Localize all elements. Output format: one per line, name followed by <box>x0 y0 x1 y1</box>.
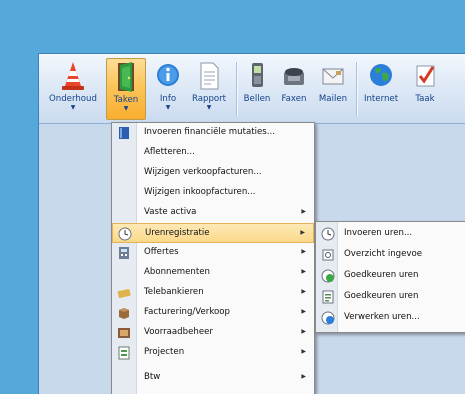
menu-item-vaste-activa[interactable]: Vaste activa ▶ <box>112 203 314 223</box>
menu-item-abonnementen[interactable]: Abonnementen ▶ <box>112 263 314 283</box>
menu-item-label: Invoeren financiële mutaties... <box>144 127 275 137</box>
menu-item-urenregistratie[interactable]: Urenregistratie ▶ <box>112 223 314 243</box>
toolbar-button-label: Internet <box>363 94 399 104</box>
toolbar-button-info[interactable]: Info ▼ <box>151 58 185 120</box>
submenu-arrow-icon: ▶ <box>301 268 306 275</box>
menu-item-invoeren-mutaties[interactable]: Invoeren financiële mutaties... <box>112 123 314 143</box>
menu-item-label: Btw <box>144 372 161 382</box>
menu-item-label: Telebankieren <box>144 287 204 297</box>
dropdown-arrow-icon: ▼ <box>123 105 129 112</box>
submenu-item-goedkeuren-uren[interactable]: Goedkeuren uren <box>316 266 465 286</box>
menu-item-label: Wijzigen inkoopfacturen... <box>144 187 256 197</box>
dropdown-arrow-icon: ▼ <box>206 104 212 111</box>
menu-item-label: Abonnementen <box>144 267 210 277</box>
task-check-icon <box>412 60 438 92</box>
menu-item-offertes[interactable]: Offertes ▶ <box>112 243 314 263</box>
toolbar-button-label: Taak <box>415 94 435 104</box>
toolbar-button-bellen[interactable]: Bellen <box>240 58 274 120</box>
menu-item-label: Wijzigen verkoopfacturen... <box>144 167 262 177</box>
toolbar-separator <box>236 62 237 116</box>
mail-icon <box>320 60 346 92</box>
menu-item-wijzigen-verkoopfacturen[interactable]: Wijzigen verkoopfacturen... <box>112 163 314 183</box>
menu-item-afletteren[interactable]: Afletteren... <box>112 143 314 163</box>
toolbar: Onderhoud ▼ Taken ▼ Info ▼ Rapport ▼ Bel… <box>39 54 465 124</box>
menu-item-label: Offertes <box>144 247 179 257</box>
fax-icon <box>281 60 307 92</box>
approve-icon <box>321 269 335 283</box>
dropdown-arrow-icon: ▼ <box>70 104 76 111</box>
urenregistratie-submenu: Invoeren uren... Overzicht ingevoe Goedk… <box>315 221 465 333</box>
toolbar-button-label: Taken <box>113 95 139 105</box>
door-icon <box>113 61 139 93</box>
toolbar-button-faxen[interactable]: Faxen <box>276 58 312 120</box>
report-icon <box>196 60 222 92</box>
toolbar-button-label: Rapport <box>191 94 227 104</box>
menu-item-label: Facturering/Verkoop <box>144 307 230 317</box>
menu-item-label: Invoeren uren... <box>344 228 413 238</box>
box-icon <box>117 306 131 320</box>
toolbar-button-rapport[interactable]: Rapport ▼ <box>187 58 231 120</box>
book-icon <box>117 126 131 140</box>
submenu-arrow-icon: ▶ <box>301 373 306 380</box>
menu-item-label: Voorraadbeheer <box>144 327 213 337</box>
menu-item-label: Vaste activa <box>144 207 197 217</box>
menu-item-label: Overzicht ingevoe <box>344 249 423 259</box>
toolbar-button-internet[interactable]: Internet <box>359 58 403 120</box>
overview-icon <box>321 248 335 262</box>
stock-icon <box>117 326 131 340</box>
menu-item-facturering-verkoop[interactable]: Facturering/Verkoop ▶ <box>112 303 314 323</box>
toolbar-button-mailen[interactable]: Mailen <box>313 58 353 120</box>
toolbar-button-label: Faxen <box>281 94 307 104</box>
menu-item-label: Urenregistratie <box>145 228 210 238</box>
toolbar-button-label: Mailen <box>318 94 348 104</box>
dropdown-arrow-icon: ▼ <box>165 104 171 111</box>
submenu-item-overzicht[interactable]: Overzicht ingevoe <box>316 245 465 265</box>
toolbar-button-label: Onderhoud <box>49 94 97 104</box>
submenu-item-verwerken-uren[interactable]: Verwerken uren... <box>316 308 465 328</box>
menu-item-btw[interactable]: Btw ▶ <box>112 368 314 388</box>
menu-item-telebankieren[interactable]: Telebankieren ▶ <box>112 283 314 303</box>
submenu-arrow-icon: ▶ <box>300 229 305 236</box>
toolbar-button-label: Info <box>159 94 177 104</box>
menu-item-label: Verwerken uren... <box>344 312 420 322</box>
menu-item-label: Goedkeuren uren <box>344 270 419 280</box>
calculator-icon <box>117 246 131 260</box>
menu-item-label: Goedkeuren uren <box>344 291 419 301</box>
clock-icon <box>321 227 335 241</box>
clock-icon <box>118 227 132 241</box>
submenu-arrow-icon: ▶ <box>301 348 306 355</box>
toolbar-button-onderhoud[interactable]: Onderhoud ▼ <box>41 58 105 120</box>
toolbar-button-taak[interactable]: Taak <box>405 58 445 120</box>
taken-menu: Invoeren financiële mutaties... Afletter… <box>111 122 315 394</box>
menu-item-projecten[interactable]: Projecten ▶ <box>112 343 314 363</box>
submenu-arrow-icon: ▶ <box>301 328 306 335</box>
toolbar-button-label: Bellen <box>243 94 271 104</box>
bank-card-icon <box>117 286 131 300</box>
menu-item-wijzigen-inkoopfacturen[interactable]: Wijzigen inkoopfacturen... <box>112 183 314 203</box>
project-icon <box>117 346 131 360</box>
info-icon <box>155 60 181 92</box>
approve-list-icon <box>321 290 335 304</box>
submenu-item-invoeren-uren[interactable]: Invoeren uren... <box>316 224 465 244</box>
toolbar-separator <box>356 62 357 116</box>
globe-icon <box>368 60 394 92</box>
submenu-item-goedkeuren-uren-lijst[interactable]: Goedkeuren uren <box>316 287 465 307</box>
menu-item-label: Afletteren... <box>144 147 195 157</box>
menu-item-voorraadbeheer[interactable]: Voorraadbeheer ▶ <box>112 323 314 343</box>
submenu-arrow-icon: ▶ <box>301 308 306 315</box>
submenu-arrow-icon: ▶ <box>301 248 306 255</box>
submenu-arrow-icon: ▶ <box>301 288 306 295</box>
submenu-arrow-icon: ▶ <box>301 208 306 215</box>
phone-icon <box>244 60 270 92</box>
process-icon <box>321 311 335 325</box>
toolbar-button-taken[interactable]: Taken ▼ <box>106 58 146 120</box>
traffic-cone-icon <box>60 60 86 92</box>
menu-item-label: Projecten <box>144 347 185 357</box>
